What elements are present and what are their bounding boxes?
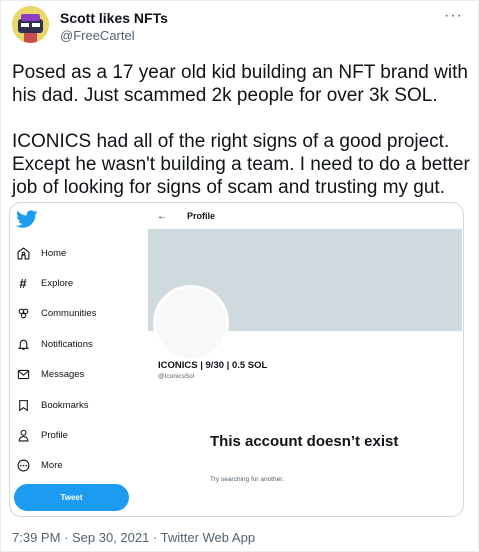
home-icon [15,245,31,261]
tweet-button[interactable]: Tweet [14,484,129,511]
profile-header: ← Profile [149,203,463,229]
bell-icon [15,336,31,352]
sidebar-item-messages[interactable]: Messages [15,360,96,390]
author-block: Scott likes NFTs @FreeCartel [60,10,168,44]
communities-icon [15,306,31,322]
more-options-icon[interactable]: ··· [444,7,463,25]
sidebar-nav: Home # Explore Communities Notifications [15,238,96,481]
profile-display-name: ICONICS | 9/30 | 0.5 SOL [158,360,268,371]
sidebar-item-label: Bookmarks [41,399,89,411]
tweet-paragraph-1: Posed as a 17 year old kid building an N… [12,62,468,106]
embedded-screenshot[interactable]: Home # Explore Communities Notifications [9,202,464,517]
author-name[interactable]: Scott likes NFTs [60,10,168,26]
sidebar-item-label: Explore [41,278,74,290]
tweet-card: Scott likes NFTs @FreeCartel ··· Posed a… [0,0,479,552]
profile-header-title: Profile [187,211,216,221]
author-handle[interactable]: @FreeCartel [60,28,168,44]
sidebar-item-label: Profile [41,430,68,442]
hashtag-icon: # [19,276,27,292]
person-icon [15,428,31,444]
sidebar-item-communities[interactable]: Communities [15,299,96,329]
bookmark-icon [15,397,31,413]
twitter-bird-icon [16,210,38,228]
account-missing-title: This account doesn’t exist [210,433,399,450]
sidebar-item-home[interactable]: Home [15,238,96,268]
more-circle-icon [15,458,31,474]
profile-handle: @IconicsSol [158,373,195,380]
sidebar-item-bookmarks[interactable]: Bookmarks [15,390,96,420]
author-avatar[interactable] [12,6,49,43]
sidebar-item-notifications[interactable]: Notifications [15,329,96,359]
sidebar-item-label: Notifications [41,338,93,350]
sidebar-item-more[interactable]: More [15,451,96,481]
account-missing-hint: Try searching for another. [210,476,284,483]
sidebar-item-label: Home [41,247,67,259]
sidebar-item-profile[interactable]: Profile [15,420,96,450]
sidebar-item-label: Communities [41,308,97,320]
sidebar-item-label: Messages [41,369,85,381]
sidebar-item-label: More [41,460,63,472]
envelope-icon [15,367,31,383]
tweet-text: Posed as a 17 year old kid building an N… [12,61,470,199]
back-arrow-icon[interactable]: ← [157,211,173,222]
tweet-timestamp[interactable]: 7:39 PM · Sep 30, 2021 · Twitter Web App [12,530,255,545]
profile-avatar [153,285,229,361]
sidebar-item-explore[interactable]: # Explore [15,268,96,298]
tweet-paragraph-2: ICONICS had all of the right signs of a … [12,131,470,198]
